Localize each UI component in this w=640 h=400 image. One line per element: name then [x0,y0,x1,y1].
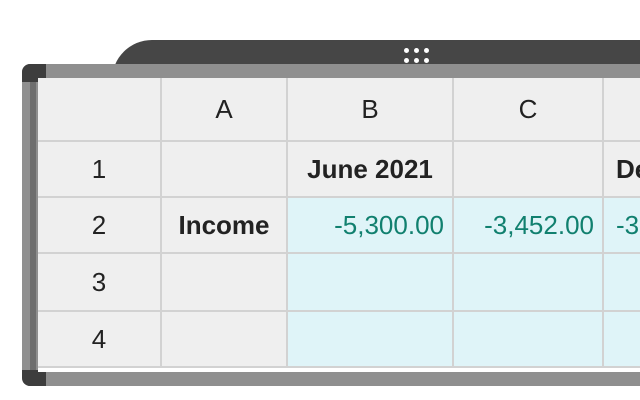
grip-dot [404,58,409,63]
cell-c1[interactable] [454,142,604,198]
corner-header-cell[interactable] [38,78,162,142]
grip-dot [424,48,429,53]
cell-c4[interactable] [454,312,604,368]
cell-d3[interactable] [604,254,640,312]
row-header-4[interactable]: 4 [38,312,162,368]
cell-b2[interactable]: -5,300.00 [288,198,454,254]
grip-dot [404,48,409,53]
cell-b3[interactable] [288,254,454,312]
row-header-1[interactable]: 1 [38,142,162,198]
frame-corner-bottom [22,370,46,386]
cell-a4[interactable] [162,312,288,368]
grip-dot [414,48,419,53]
resize-handle-left[interactable] [30,82,36,370]
cell-a2[interactable]: Income [162,198,288,254]
row-header-2[interactable]: 2 [38,198,162,254]
cell-c2[interactable]: -3,452.00 [454,198,604,254]
cell-c3[interactable] [454,254,604,312]
column-header-d[interactable] [604,78,640,142]
cell-d1[interactable]: De [604,142,640,198]
column-header-b[interactable]: B [288,78,454,142]
cell-a1[interactable] [162,142,288,198]
spreadsheet-grid: A B C 1 June 2021 De 2 Income -5,300.00 … [38,78,640,372]
grip-dot [414,58,419,63]
cell-d2[interactable]: -3 [604,198,640,254]
cell-b1[interactable]: June 2021 [288,142,454,198]
row-header-3[interactable]: 3 [38,254,162,312]
column-header-a[interactable]: A [162,78,288,142]
cell-b4[interactable] [288,312,454,368]
grip-dot [424,58,429,63]
cell-a3[interactable] [162,254,288,312]
column-header-c[interactable]: C [454,78,604,142]
cell-d4[interactable] [604,312,640,368]
